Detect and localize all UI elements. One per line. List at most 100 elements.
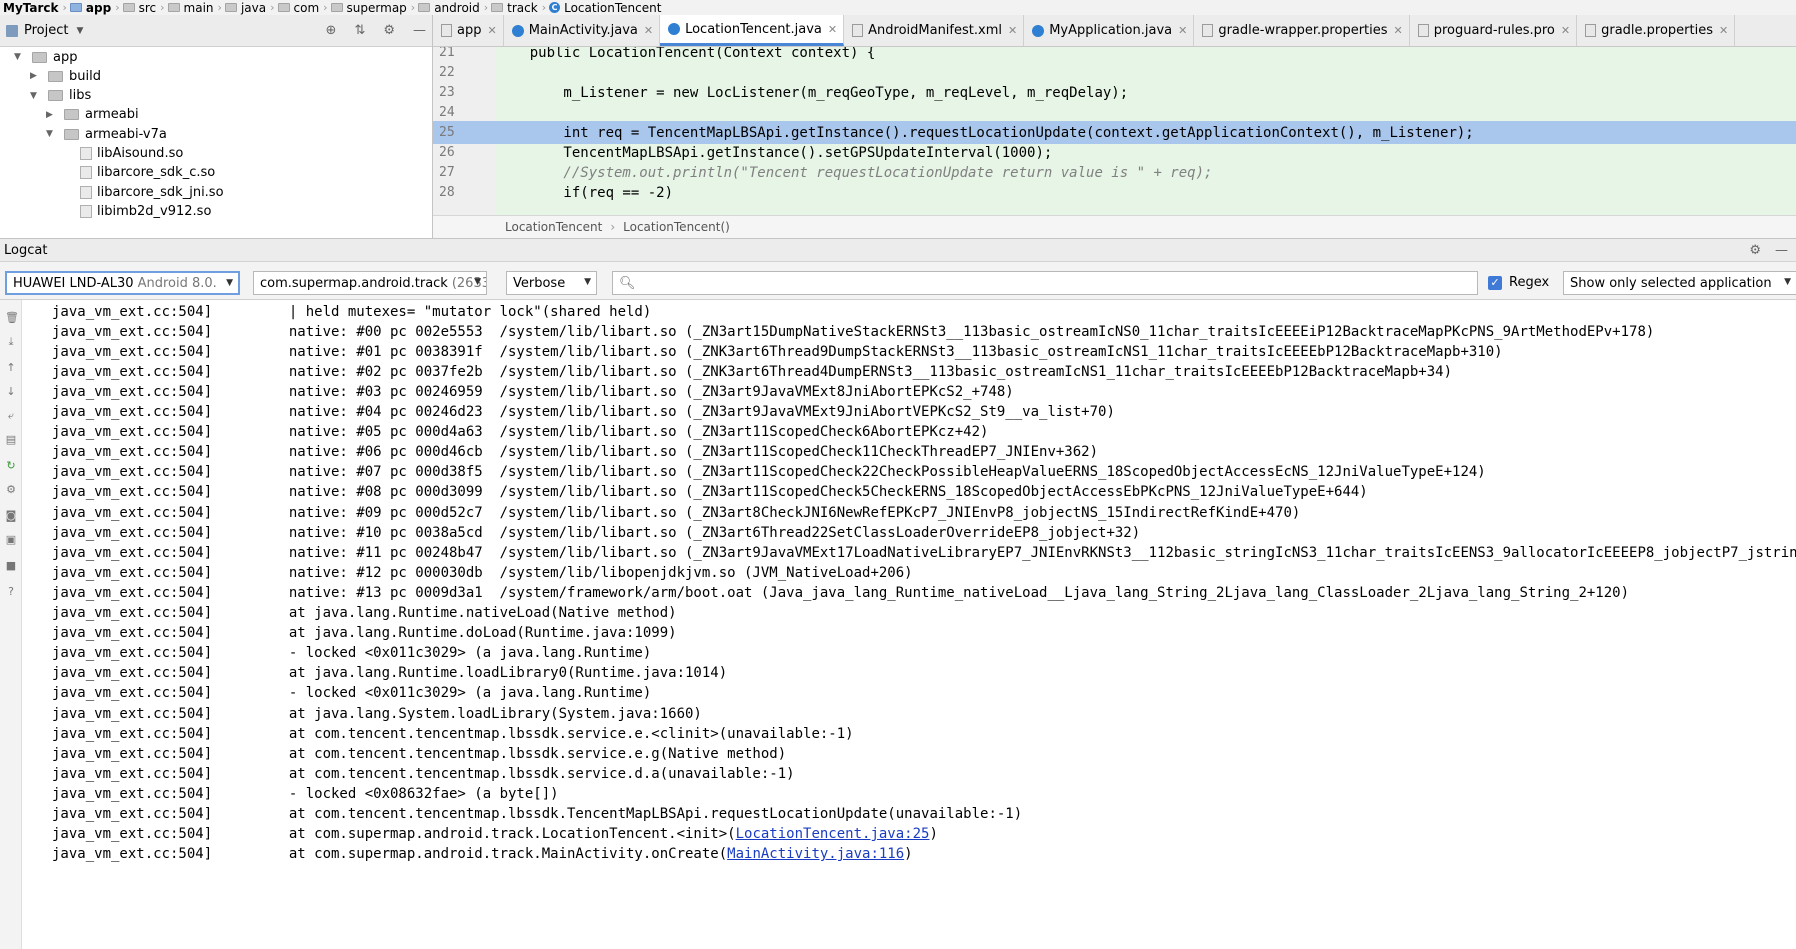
log-message: native: #11 pc 00248b47 /system/lib/liba… (272, 544, 1796, 561)
folder-icon (64, 109, 79, 121)
chevron-down-icon[interactable]: ▼ (14, 52, 26, 62)
tree-item[interactable]: ▼ libs (30, 86, 91, 106)
editor-tab[interactable]: proguard-rules.pro ✕ (1410, 15, 1578, 46)
breadcrumb-label: src (138, 0, 157, 15)
logcat-output[interactable]: java_vm_ext.cc:504] | held mutexes= "mut… (22, 300, 1796, 949)
file-icon (852, 24, 864, 37)
breadcrumb-label: app (85, 0, 112, 15)
editor-tab[interactable]: LocationTencent.java ✕ (660, 15, 845, 46)
breadcrumb-item[interactable]: app (67, 0, 115, 15)
navigation-bar: MyTarck › app › src › main › java › com › supermap › a… (0, 0, 1796, 15)
breadcrumb-item[interactable]: main (165, 0, 218, 15)
tree-item-label: libarcore_sdk_c.so (97, 165, 216, 181)
camera-icon[interactable]: ◙ (5, 510, 17, 522)
collapse-all-icon[interactable]: ⇅ (354, 23, 365, 38)
chevron-right-icon: › (610, 220, 616, 234)
gear-icon[interactable]: ⚙ (5, 484, 17, 496)
log-source: java_vm_ext.cc:504] (52, 484, 213, 501)
close-icon[interactable]: ✕ (644, 24, 653, 37)
logcat-title: Logcat (4, 242, 48, 258)
stacktrace-link[interactable]: MainActivity.java:116 (727, 846, 904, 862)
tree-item[interactable]: libarcore_sdk_jni.so (62, 182, 224, 202)
log-level-select[interactable]: Verbose ▼ (506, 271, 597, 295)
breadcrumb-item[interactable]: MyTarck (0, 0, 63, 15)
class-icon: C (549, 2, 561, 13)
tree-item[interactable]: libimb2d_v912.so (62, 201, 211, 221)
regex-checkbox[interactable]: ✓ Regex (1488, 275, 1549, 290)
code-text: //System.out.println("Tencent requestLoc… (496, 164, 1213, 181)
close-icon[interactable]: ✕ (1719, 24, 1728, 37)
hide-panel-icon[interactable]: — (413, 23, 426, 38)
breadcrumb-label: LocationTencent (564, 0, 662, 15)
log-message: native: #02 pc 0037fe2b /system/lib/liba… (272, 363, 1453, 380)
close-icon[interactable]: ✕ (487, 24, 496, 37)
project-view-selector[interactable]: Project (24, 23, 68, 38)
tree-item[interactable]: ▶ armeabi (46, 105, 139, 125)
close-icon[interactable]: ✕ (1561, 24, 1570, 37)
arrow-down-icon[interactable]: ↓ (5, 386, 17, 398)
line-number: 26 (439, 145, 455, 160)
close-icon[interactable]: ✕ (1178, 24, 1187, 37)
chevron-right-icon[interactable]: ▶ (46, 110, 58, 120)
chevron-down-icon[interactable]: ▼ (76, 26, 83, 36)
gear-icon[interactable]: ⚙ (383, 23, 395, 38)
code-line[interactable]: 28 if(req == -2) (433, 181, 1796, 204)
breadcrumb-item[interactable]: java (222, 0, 270, 15)
soft-wrap-icon[interactable]: ⤶ (5, 410, 17, 422)
folder-icon (491, 3, 504, 12)
chevron-down-icon[interactable]: ▼ (30, 91, 42, 101)
breadcrumb-class[interactable]: LocationTencent (505, 220, 602, 234)
chevron-down-icon: ▼ (226, 278, 233, 288)
device-select[interactable]: HUAWEI LND-AL30 Android 8.0. ▼ (5, 271, 240, 295)
filter-value: Show only selected application (1570, 275, 1772, 291)
breadcrumb-item[interactable]: supermap (328, 0, 411, 15)
breadcrumb-item[interactable]: com (275, 0, 324, 15)
print-icon[interactable]: ▤ (5, 434, 17, 446)
editor-tab-label: app (457, 23, 482, 38)
checkbox-checked-icon[interactable]: ✓ (1488, 275, 1502, 290)
chevron-down-icon[interactable]: ▼ (46, 129, 58, 139)
restart-icon[interactable]: ↻ (5, 460, 17, 472)
breadcrumb-label: MyTarck (3, 0, 59, 15)
editor-tab[interactable]: gradle.properties ✕ (1577, 15, 1736, 46)
chevron-right-icon[interactable]: ▶ (30, 71, 42, 81)
tree-item[interactable]: ▶ build (30, 66, 101, 86)
close-icon[interactable]: ✕ (1394, 24, 1403, 37)
stacktrace-link[interactable]: LocationTencent.java:25 (736, 826, 930, 842)
editor-tab[interactable]: app ✕ (433, 15, 504, 46)
editor-tab[interactable]: MainActivity.java ✕ (504, 15, 661, 46)
editor-tab-label: AndroidManifest.xml (868, 23, 1002, 38)
log-line[interactable]: java_vm_ext.cc:504] at com.supermap.andr… (52, 843, 913, 866)
code-text: public LocationTencent(Context context) … (496, 47, 876, 61)
tree-item[interactable]: ▼ armeabi-v7a (46, 124, 167, 144)
hide-panel-icon[interactable]: — (1775, 243, 1788, 258)
log-message: at com.supermap.android.track.MainActivi… (272, 846, 728, 863)
file-icon (80, 166, 92, 180)
breadcrumb-item[interactable]: track (488, 0, 542, 15)
video-icon[interactable]: ▣ (5, 534, 17, 546)
editor-tab[interactable]: MyApplication.java ✕ (1024, 15, 1195, 46)
editor-tab[interactable]: gradle-wrapper.properties ✕ (1194, 15, 1410, 46)
scroll-to-end-icon[interactable]: ⤓ (5, 336, 17, 348)
breadcrumb-item[interactable]: android (415, 0, 484, 15)
breadcrumb-method[interactable]: LocationTencent() (623, 220, 730, 234)
log-message: at com.tencent.tencentmap.lbssdk.service… (272, 745, 787, 762)
close-icon[interactable]: ✕ (1008, 24, 1017, 37)
gear-icon[interactable]: ⚙ (1749, 243, 1761, 258)
breadcrumb-item[interactable]: src (120, 0, 161, 15)
trash-icon[interactable]: 🗑︎ (5, 312, 19, 324)
tree-item[interactable]: libAisound.so (62, 144, 183, 164)
arrow-up-icon[interactable]: ↑ (5, 362, 17, 374)
tree-item[interactable]: libarcore_sdk_c.so (62, 163, 215, 183)
code-editor[interactable]: 21 public LocationTencent(Context contex… (433, 47, 1796, 215)
logcat-search-field[interactable]: 🔍︎ (612, 271, 1478, 295)
filter-select[interactable]: Show only selected application ▼ (1563, 271, 1796, 295)
editor-tab[interactable]: AndroidManifest.xml ✕ (844, 15, 1025, 46)
close-icon[interactable]: ✕ (828, 23, 837, 36)
tree-item[interactable]: ▼ app (14, 47, 77, 67)
help-icon[interactable]: ? (5, 586, 17, 598)
process-select[interactable]: com.supermap.android.track (2633 ▼ (253, 271, 487, 295)
stop-icon[interactable]: ■ (5, 560, 17, 572)
breadcrumb-item[interactable]: C LocationTencent (546, 0, 665, 15)
locate-file-icon[interactable]: ⊕ (326, 23, 337, 38)
